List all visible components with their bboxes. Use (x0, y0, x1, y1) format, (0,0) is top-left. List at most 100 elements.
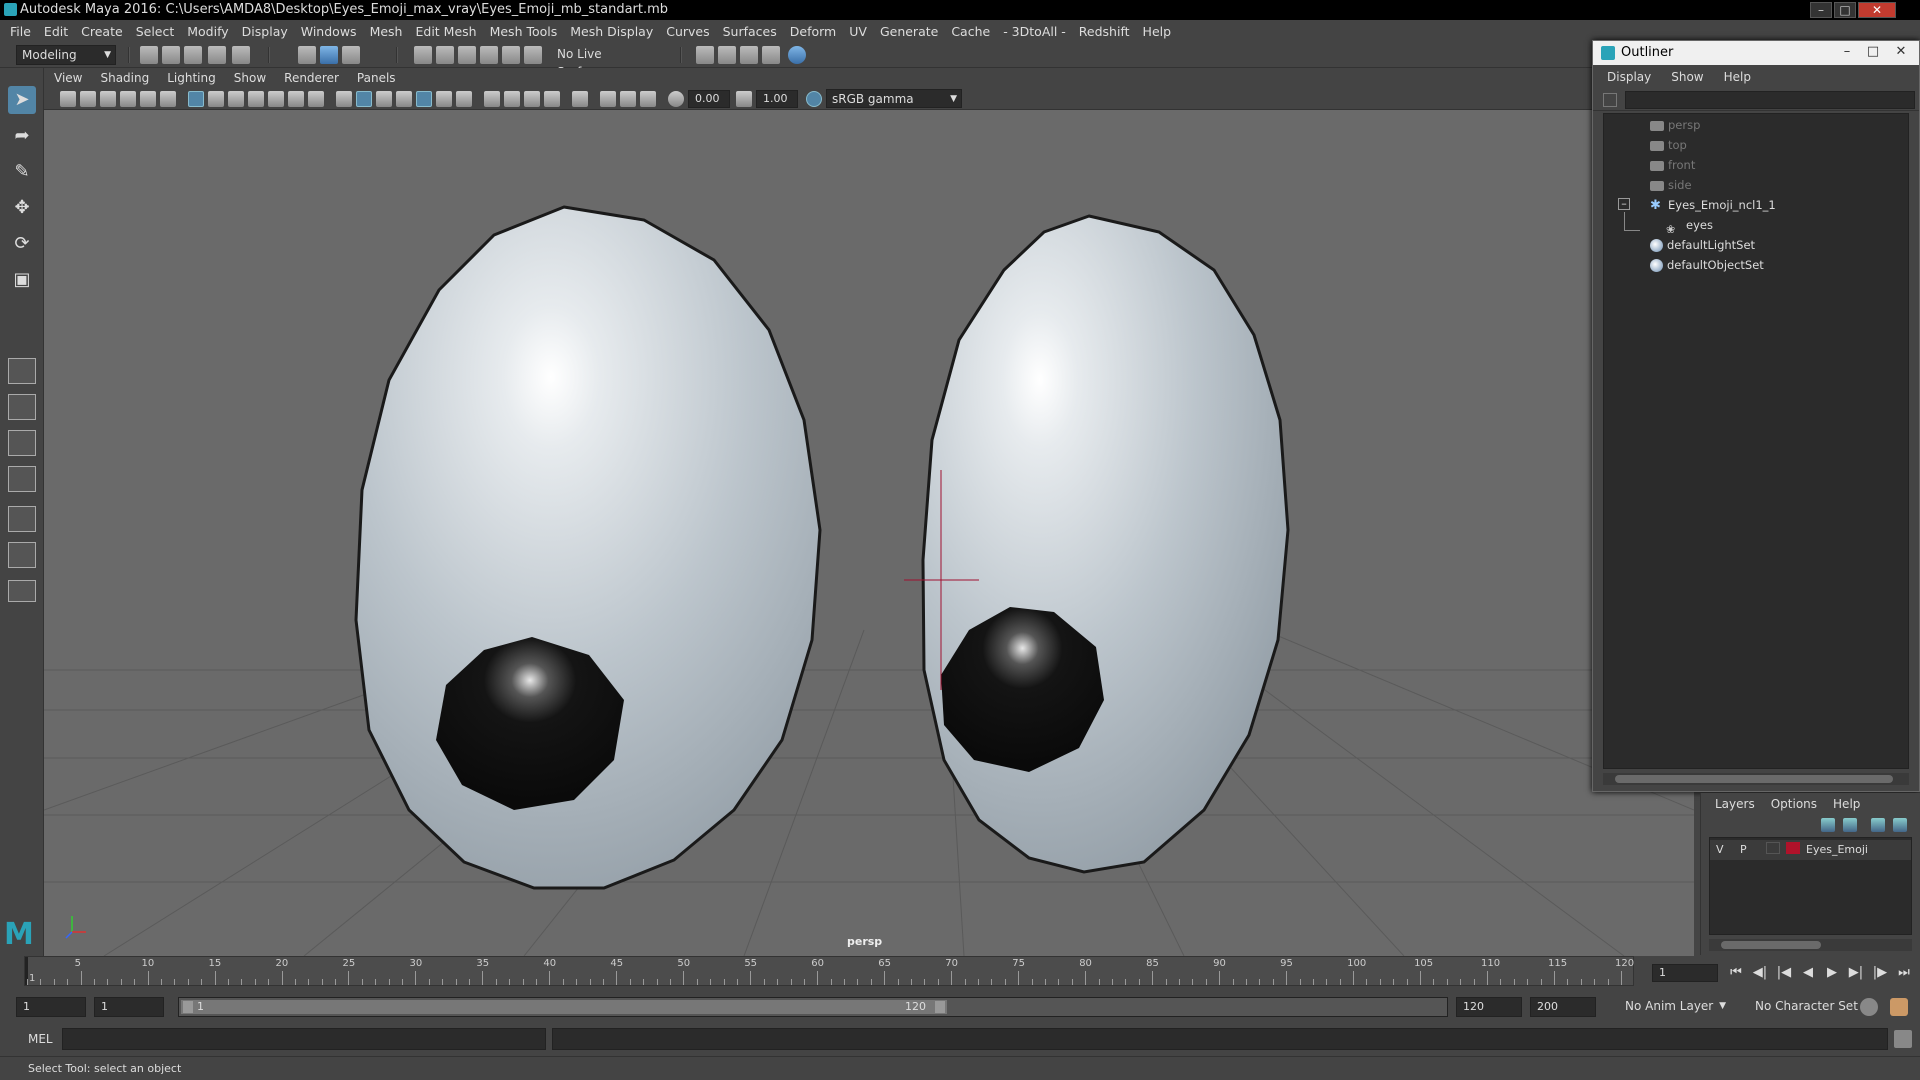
safe-action-icon[interactable] (288, 91, 304, 107)
step-forward-key-icon[interactable]: |▶ (1870, 965, 1890, 981)
wireframe-on-shaded-icon[interactable] (396, 91, 412, 107)
layer-visible-toggle[interactable]: V (1716, 842, 1724, 858)
menu-cache[interactable]: Cache (951, 24, 990, 39)
render-settings-icon[interactable] (762, 46, 780, 64)
rotate-tool-icon[interactable]: ⟳ (8, 230, 36, 258)
playback-end-field[interactable]: 120 (1456, 997, 1522, 1017)
step-back-frame-icon[interactable]: |◀ (1774, 965, 1794, 981)
scene-canvas[interactable] (44, 110, 1694, 956)
new-scene-icon[interactable] (140, 46, 158, 64)
persp-hypershade-layout-icon[interactable] (8, 506, 36, 532)
isolate-select-icon[interactable] (572, 91, 588, 107)
menu-generate[interactable]: Generate (880, 24, 938, 39)
outliner-item[interactable]: defaultObjectSet (1650, 256, 1764, 274)
move-layer-down-icon[interactable] (1843, 818, 1857, 832)
safe-title-icon[interactable] (308, 91, 324, 107)
outliner-search-input[interactable] (1625, 91, 1915, 109)
live-surface-field[interactable]: No Live Surface (552, 45, 648, 79)
outliner-item[interactable]: top (1650, 136, 1687, 154)
layer-name[interactable]: Eyes_Emoji (1806, 842, 1868, 858)
menu-create[interactable]: Create (81, 24, 123, 39)
viewport-menu-show[interactable]: Show (234, 71, 266, 85)
left-eyeball[interactable] (354, 205, 822, 890)
range-bar-fill[interactable] (181, 1000, 947, 1014)
anti-aliasing-icon[interactable] (544, 91, 560, 107)
layer-type-toggle[interactable] (1766, 842, 1780, 854)
current-frame-field[interactable]: 1 (1652, 964, 1718, 982)
outliner-horizontal-scrollbar[interactable] (1603, 773, 1909, 785)
more-layouts-icon[interactable] (8, 580, 36, 602)
maximize-icon[interactable]: □ (1863, 43, 1883, 61)
close-icon[interactable]: ✕ (1858, 2, 1896, 18)
snap-view-icon[interactable] (480, 46, 498, 64)
lock-camera-icon[interactable] (80, 91, 96, 107)
step-forward-frame-icon[interactable]: ▶| (1846, 965, 1866, 981)
gamma-field[interactable]: 1.00 (756, 90, 798, 108)
menu-help[interactable]: Help (1143, 24, 1172, 39)
gate-mask-icon[interactable] (248, 91, 264, 107)
play-forwards-icon[interactable]: ▶ (1822, 965, 1842, 981)
layers-menu-layers[interactable]: Layers (1715, 797, 1755, 811)
layer-color-swatch[interactable] (1786, 842, 1800, 854)
anim-layer-dropdown[interactable]: No Anim Layer ▼ (1620, 997, 1730, 1017)
menu-edit[interactable]: Edit (44, 24, 68, 39)
animation-end-field[interactable]: 200 (1530, 997, 1596, 1017)
menu-curves[interactable]: Curves (666, 24, 709, 39)
menu-windows[interactable]: Windows (301, 24, 357, 39)
layers-menu-help[interactable]: Help (1833, 797, 1860, 811)
ambient-occlusion-icon[interactable] (504, 91, 520, 107)
xray-active-icon[interactable] (620, 91, 636, 107)
select-hierarchy-icon[interactable] (298, 46, 316, 64)
lasso-tool-icon[interactable]: ➦ (8, 122, 36, 150)
render-view-icon[interactable] (696, 46, 714, 64)
color-management-icon[interactable] (806, 91, 822, 107)
layer-playback-toggle[interactable]: P (1740, 842, 1747, 858)
ipr-render-icon[interactable] (740, 46, 758, 64)
outliner-menu-display[interactable]: Display (1607, 70, 1651, 84)
filter-icon[interactable] (1603, 93, 1617, 107)
image-plane-icon[interactable] (120, 91, 136, 107)
outliner-item[interactable]: front (1650, 156, 1695, 174)
menu-surfaces[interactable]: Surfaces (723, 24, 777, 39)
film-gate-icon[interactable] (208, 91, 224, 107)
bookmark-icon[interactable] (100, 91, 116, 107)
menu-mesh-display[interactable]: Mesh Display (570, 24, 653, 39)
new-empty-layer-icon[interactable] (1871, 818, 1885, 832)
move-tool-icon[interactable]: ✥ (8, 194, 36, 222)
wireframe-icon[interactable] (336, 91, 352, 107)
menu-mesh[interactable]: Mesh (370, 24, 403, 39)
layer-horizontal-scrollbar[interactable] (1709, 939, 1912, 951)
viewport-menu-view[interactable]: View (54, 71, 82, 85)
xray-joints-icon[interactable] (600, 91, 616, 107)
scrollbar-thumb[interactable] (1615, 775, 1893, 783)
select-camera-icon[interactable] (60, 91, 76, 107)
field-chart-icon[interactable] (268, 91, 284, 107)
play-backwards-icon[interactable]: ◀ (1798, 965, 1818, 981)
character-set-dropdown[interactable]: No Character Set (1750, 997, 1870, 1017)
minimize-icon[interactable]: – (1810, 2, 1832, 18)
open-scene-icon[interactable] (162, 46, 180, 64)
render-frame-icon[interactable] (718, 46, 736, 64)
persp-outliner-layout-icon[interactable] (8, 430, 36, 456)
layers-menu-options[interactable]: Options (1771, 797, 1817, 811)
menu-file[interactable]: File (10, 24, 31, 39)
persp-graph-layout-icon[interactable] (8, 466, 36, 492)
viewport-menu-shading[interactable]: Shading (100, 71, 149, 85)
scrollbar-thumb[interactable] (1721, 941, 1821, 949)
step-back-key-icon[interactable]: ◀| (1750, 965, 1770, 981)
undo-icon[interactable] (208, 46, 226, 64)
select-tool-icon[interactable]: ➤ (8, 86, 36, 114)
snap-surface-icon[interactable] (502, 46, 520, 64)
2d-pan-zoom-icon[interactable] (140, 91, 156, 107)
four-view-layout-icon[interactable] (8, 394, 36, 420)
minimize-icon[interactable]: – (1837, 43, 1857, 61)
snap-point-icon[interactable] (458, 46, 476, 64)
xray-icon[interactable] (416, 91, 432, 107)
persp-uv-layout-icon[interactable] (8, 542, 36, 568)
outliner-item[interactable]: defaultLightSet (1650, 236, 1755, 254)
menu-uv[interactable]: UV (849, 24, 867, 39)
resolution-gate-icon[interactable] (228, 91, 244, 107)
animation-start-field[interactable]: 1 (16, 997, 86, 1017)
range-bar[interactable]: 1 120 (178, 997, 1448, 1017)
outliner-item[interactable]: ❀ eyes (1666, 216, 1713, 236)
